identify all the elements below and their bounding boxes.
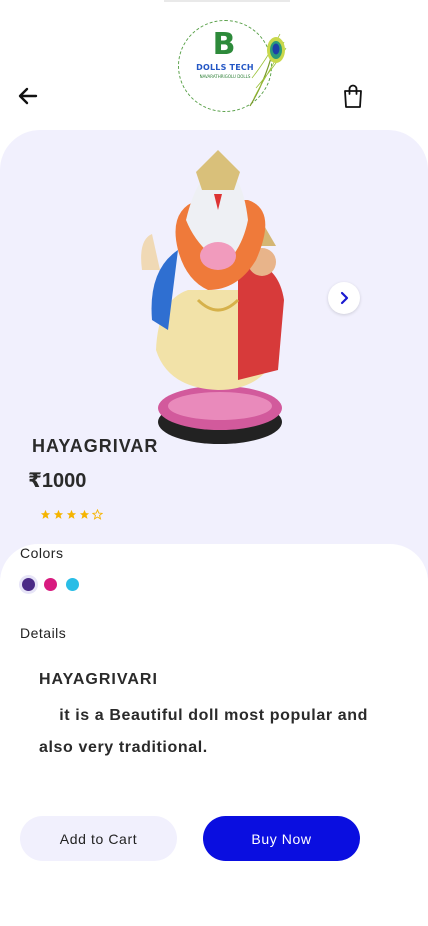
logo-divider	[164, 0, 290, 2]
shopping-bag-icon	[344, 84, 362, 108]
product-image	[141, 150, 284, 444]
back-button[interactable]	[16, 84, 40, 108]
star-icon	[40, 509, 51, 519]
description-title: HAYAGRIVARI	[39, 671, 158, 688]
star-icon	[79, 509, 90, 519]
star-outline-icon	[92, 509, 103, 520]
product-price: ₹1000	[28, 470, 87, 492]
description-text: it is a Beautiful doll most popular and …	[39, 707, 368, 756]
add-to-cart-button[interactable]: Add to Cart	[20, 816, 177, 861]
arrow-left-icon	[18, 87, 38, 105]
logo-initial: B	[212, 27, 236, 62]
next-image-button[interactable]	[328, 282, 360, 314]
buy-now-button[interactable]: Buy Now	[203, 816, 360, 861]
details-label: Details	[20, 625, 67, 641]
color-swatch[interactable]	[22, 578, 35, 591]
color-swatch[interactable]	[66, 578, 79, 591]
colors-label: Colors	[20, 545, 64, 561]
logo-tagline: NAVARATHRIGOLU DOLLS	[199, 74, 251, 79]
product-name: HAYAGRIVAR	[32, 436, 159, 456]
product-rating	[40, 509, 103, 520]
star-icon	[53, 509, 64, 519]
color-swatch[interactable]	[44, 578, 57, 591]
brand-logo: B DOLLS TECH NAVARATHRIGOLU DOLLS	[162, 0, 292, 112]
chevron-right-icon	[340, 291, 349, 305]
cart-button[interactable]	[341, 83, 365, 109]
description-body: it is a Beautiful doll most popular and …	[39, 700, 399, 764]
star-icon	[66, 509, 77, 519]
logo-brand-name: DOLLS TECH	[196, 63, 254, 72]
